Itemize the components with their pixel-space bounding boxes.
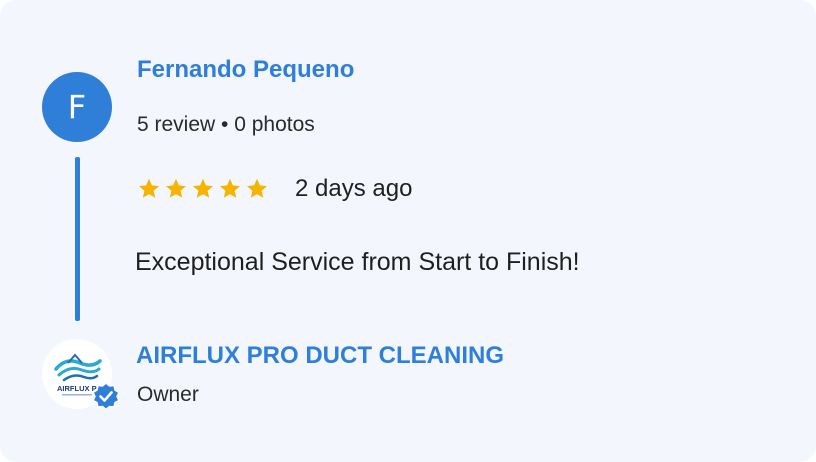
star-icon: [164, 177, 188, 201]
star-rating: [137, 177, 269, 201]
owner-role: Owner: [137, 383, 199, 406]
reply-thread-line: [75, 157, 80, 321]
star-icon: [191, 177, 215, 201]
star-icon: [218, 177, 242, 201]
review-text: Exceptional Service from Start to Finish…: [135, 248, 580, 276]
verified-check-icon: [91, 381, 121, 411]
reviewer-name[interactable]: Fernando Pequeno: [137, 56, 354, 84]
review-date: 2 days ago: [295, 175, 413, 202]
star-icon: [245, 177, 269, 201]
rating-row: 2 days ago: [137, 172, 412, 206]
review-card: F Fernando Pequeno 5 review • 0 photos 2…: [0, 0, 816, 462]
owner-name[interactable]: AIRFLUX PRO DUCT CLEANING: [136, 342, 504, 370]
star-icon: [137, 177, 161, 201]
avatar-initial: F: [67, 88, 87, 126]
reviewer-avatar[interactable]: F: [42, 72, 112, 142]
reviewer-meta: 5 review • 0 photos: [137, 113, 315, 136]
